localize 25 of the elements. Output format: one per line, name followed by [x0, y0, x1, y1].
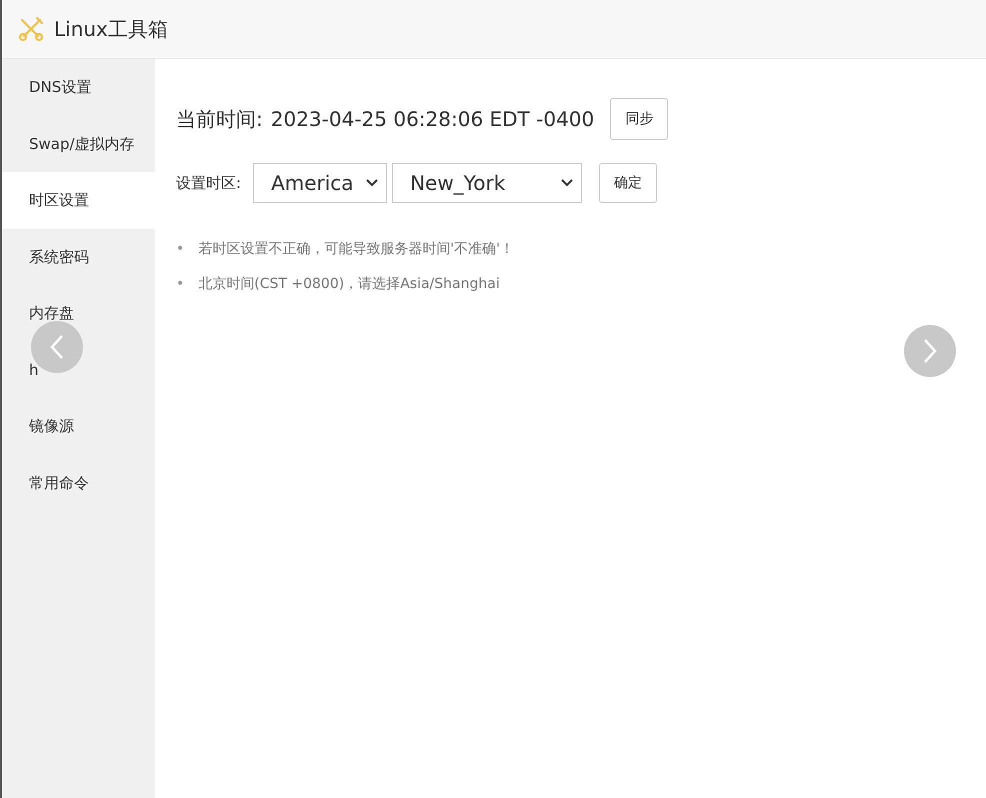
region-select[interactable]: America: [253, 163, 388, 203]
chevron-down-icon: [561, 179, 574, 187]
confirm-button[interactable]: 确定: [599, 163, 658, 203]
chevron-right-icon: [923, 338, 937, 364]
tools-icon: [18, 16, 44, 42]
chevron-down-icon: [366, 179, 378, 187]
hint-text: 北京时间(CST +0800)，请选择Asia/Shanghai: [198, 274, 500, 294]
sidebar-item[interactable]: 时区设置: [2, 172, 155, 228]
sidebar-item[interactable]: h: [2, 342, 155, 398]
sidebar-item[interactable]: DNS设置: [2, 59, 155, 116]
timezone-label: 设置时区:: [176, 174, 242, 192]
city-select[interactable]: New_York: [392, 163, 582, 203]
sidebar-item[interactable]: 内存盘: [2, 285, 155, 342]
sidebar-item[interactable]: 系统密码: [2, 228, 155, 285]
sync-button[interactable]: 同步: [610, 98, 668, 140]
time-value: 2023-04-25 06:28:06 EDT -0400: [270, 107, 594, 131]
bullet: •: [176, 240, 184, 258]
chevron-left-icon: [50, 334, 64, 360]
app-title: Linux工具箱: [54, 16, 168, 42]
time-label: 当前时间:: [176, 106, 263, 132]
bullet: •: [176, 274, 184, 292]
hint-text: 若时区设置不正确，可能导致服务器时间'不准确'！: [198, 240, 514, 258]
sidebar-item[interactable]: Swap/虚拟内存: [2, 116, 155, 172]
sidebar-item[interactable]: 镜像源: [2, 398, 155, 454]
sidebar-item[interactable]: 常用命令: [2, 454, 155, 511]
